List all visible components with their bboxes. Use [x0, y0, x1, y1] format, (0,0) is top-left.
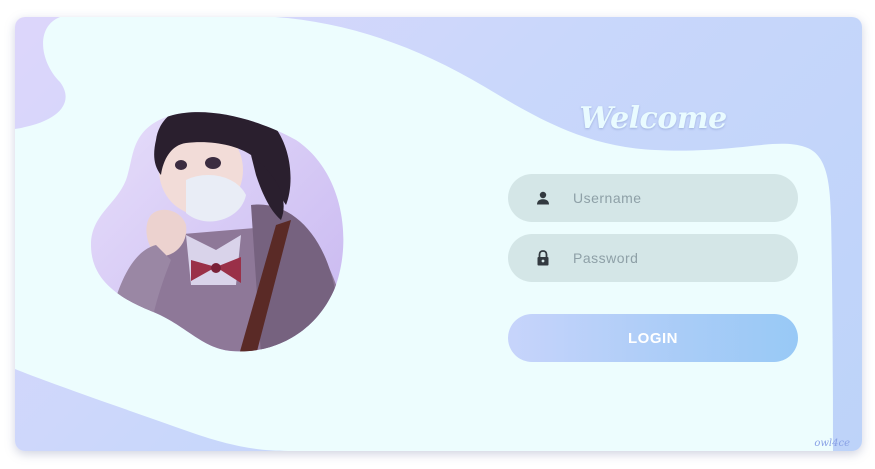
- user-icon: [533, 188, 553, 208]
- username-input[interactable]: [571, 189, 775, 207]
- login-card: Welcome LOGIN owl4ce: [15, 17, 862, 451]
- avatar-illustration: [91, 85, 353, 355]
- welcome-title: Welcome: [579, 101, 727, 136]
- username-field[interactable]: [508, 174, 798, 222]
- signature: owl4ce: [814, 438, 850, 449]
- password-field[interactable]: [508, 234, 798, 282]
- password-input[interactable]: [571, 249, 775, 267]
- lock-icon: [533, 248, 553, 268]
- login-button[interactable]: LOGIN: [508, 314, 798, 362]
